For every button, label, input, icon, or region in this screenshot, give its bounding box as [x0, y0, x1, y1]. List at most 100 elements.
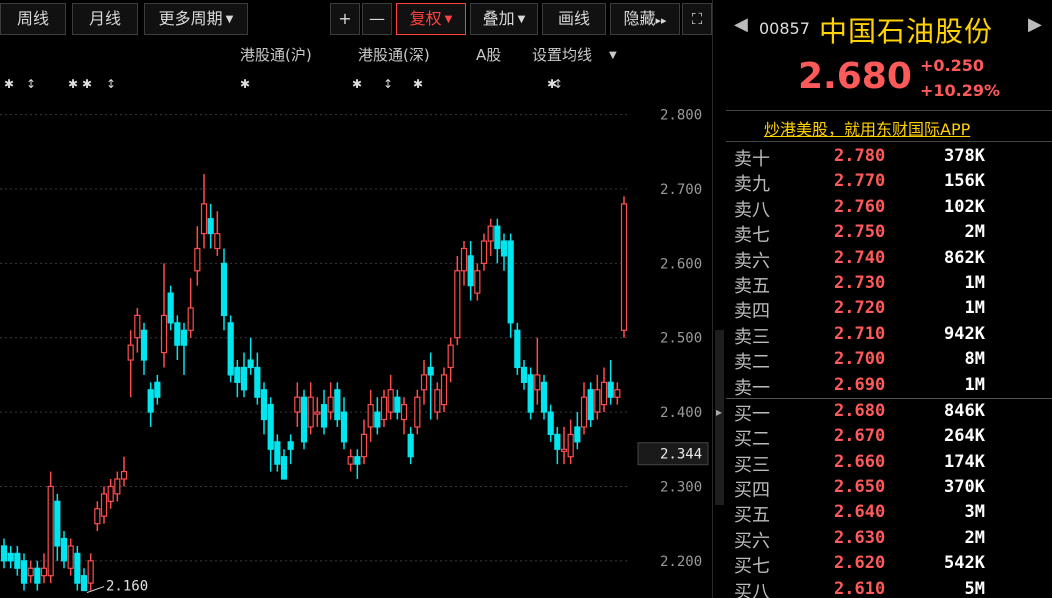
candle-body — [87, 560, 94, 584]
event-marker: ✱ — [240, 77, 250, 91]
event-marker: ✱ — [4, 77, 14, 91]
order-book: 卖十 2.780 378K 卖九 2.770 156K 卖八 2.760 102K 卖七 2.750… — [726, 144, 1052, 598]
fullscreen-button[interactable]: ⛶ — [682, 3, 712, 35]
period-monthly-button[interactable]: 月线 — [72, 3, 138, 35]
level-price: 2.760 — [834, 196, 886, 217]
event-marker: ✱ — [413, 77, 423, 91]
next-stock-icon[interactable]: ▶ — [1028, 14, 1042, 35]
bid-row[interactable]: 买四 2.650 370K — [726, 475, 1052, 501]
level-price: 2.710 — [834, 323, 886, 344]
bid-row[interactable]: 买二 2.670 264K — [726, 424, 1052, 450]
bid-row[interactable]: 买八 2.610 5M — [726, 577, 1052, 598]
stock-name: 中国石油股份 — [819, 15, 994, 48]
ask-row[interactable]: 卖三 2.710 942K — [726, 322, 1052, 348]
candle-body — [460, 247, 468, 272]
sh-connect-toggle[interactable]: 港股通(沪) — [240, 44, 312, 65]
chart-area[interactable]: 周线 月线 更多周期 ▼ + — 复权 ▼ 叠加 ▼ 画线 隐藏▸▸ ⛶ 港股通(沪)… — [0, 0, 712, 598]
level-label: 买八 — [734, 581, 770, 598]
fullscreen-icon: ⛶ — [691, 10, 703, 28]
level-label: 卖八 — [734, 199, 770, 221]
candle-body — [94, 508, 101, 525]
ask-row[interactable]: 卖一 2.690 1M — [726, 373, 1052, 399]
candle-body — [594, 389, 601, 413]
candle-body — [274, 441, 281, 465]
zoom-in-button[interactable]: + — [330, 3, 360, 35]
candle-body — [434, 389, 441, 413]
collapse-arrow-icon[interactable]: ▸ — [716, 405, 722, 419]
ask-row[interactable]: 卖四 2.720 1M — [726, 296, 1052, 322]
a-share-toggle[interactable]: A股 — [476, 44, 501, 65]
panel-splitter[interactable]: ▸ — [712, 0, 726, 598]
candlestick-chart[interactable]: ✱ ↕ ✱ ✱ ↕ ✱ ✱ ↕ ✱ ✱↕2.8002.7002.6002.5002.4002.30… — [0, 70, 712, 598]
bid-row[interactable]: 买三 2.660 174K — [726, 450, 1052, 476]
more-periods-dropdown[interactable]: 更多周期 ▼ — [144, 3, 248, 35]
last-price: 2.680 — [798, 56, 912, 97]
level-label: 买五 — [734, 505, 770, 527]
level-label: 卖七 — [734, 225, 770, 247]
quote-header: ◀ 00857 中国石油股份 ▶ 2.680 +0.250 +10.29% — [726, 0, 1052, 110]
ask-row[interactable]: 卖八 2.760 102K — [726, 195, 1052, 221]
ask-row[interactable]: 卖十 2.780 378K — [726, 144, 1052, 170]
ask-row[interactable]: 卖五 2.730 1M — [726, 271, 1052, 297]
level-volume: 1M — [964, 374, 985, 395]
hide-button[interactable]: 隐藏▸▸ — [610, 3, 680, 35]
level-label: 买六 — [734, 530, 770, 552]
hide-label: 隐藏 — [623, 9, 656, 28]
candle-body — [134, 314, 141, 339]
draw-button[interactable]: 画线 — [542, 3, 606, 35]
promo-banner[interactable]: 炒港美股，就用东财国际APP — [726, 110, 1052, 142]
candle-body — [27, 567, 34, 577]
candle-body — [254, 366, 261, 398]
level-price: 2.700 — [834, 349, 886, 370]
level-price: 2.660 — [834, 451, 886, 472]
min-marker-arrow — [86, 586, 105, 594]
prev-stock-icon[interactable]: ◀ — [734, 14, 748, 35]
candle-body — [20, 560, 28, 584]
level-price: 2.680 — [834, 400, 886, 421]
bid-row[interactable]: 买五 2.640 3M — [726, 500, 1052, 527]
event-marker: ↕ — [106, 77, 116, 91]
ask-row[interactable]: 卖二 2.700 8M — [726, 347, 1052, 373]
overlay-dropdown[interactable]: 叠加 ▼ — [470, 3, 538, 35]
overlay-label: 叠加 — [482, 9, 515, 28]
adjust-dropdown[interactable]: 复权 ▼ — [396, 3, 466, 35]
y-tick-label: 2.400 — [660, 405, 702, 421]
candle-body — [527, 374, 534, 413]
candle-body — [234, 366, 241, 383]
level-volume: 370K — [944, 477, 985, 498]
ask-row[interactable]: 卖六 2.740 862K — [726, 246, 1052, 272]
candle-body — [280, 456, 288, 480]
level-volume: 942K — [944, 323, 985, 344]
level-price: 2.720 — [834, 298, 886, 319]
candle-body — [194, 247, 201, 272]
candle-body — [474, 270, 481, 294]
period-weekly-button[interactable]: 周线 — [0, 3, 66, 35]
candle-body — [560, 448, 568, 452]
level-label: 买三 — [734, 454, 770, 476]
chevron-down-icon: ▼ — [225, 14, 234, 25]
ask-row[interactable]: 卖七 2.750 2M — [726, 220, 1052, 247]
level-volume: 1M — [964, 272, 985, 293]
candle-body — [540, 381, 548, 413]
candle-body — [400, 404, 408, 421]
level-price: 2.650 — [834, 477, 886, 498]
candle-body — [180, 329, 188, 346]
zoom-out-button[interactable]: — — [362, 3, 392, 35]
level-volume: 102K — [944, 196, 985, 217]
candle-body — [174, 322, 181, 346]
candle-body — [620, 203, 628, 331]
promo-link[interactable]: 炒港美股，就用东财国际APP — [764, 116, 970, 140]
ask-row[interactable]: 卖九 2.770 156K — [726, 169, 1052, 195]
bid-row[interactable]: 买七 2.620 542K — [726, 551, 1052, 577]
candle-body — [154, 381, 161, 398]
bid-row[interactable]: 买六 2.630 2M — [726, 526, 1052, 552]
sz-connect-toggle[interactable]: 港股通(深) — [358, 44, 430, 65]
y-tick-label: 2.700 — [660, 182, 702, 198]
event-marker: ✱ — [68, 77, 78, 91]
level-volume: 846K — [944, 400, 985, 421]
bid-row[interactable]: 买一 2.680 846K — [726, 399, 1052, 425]
ma-settings-dropdown[interactable]: 设置均线 — [532, 44, 592, 65]
level-price: 2.730 — [834, 272, 886, 293]
candle-body — [294, 396, 301, 413]
candle-body — [160, 314, 168, 354]
